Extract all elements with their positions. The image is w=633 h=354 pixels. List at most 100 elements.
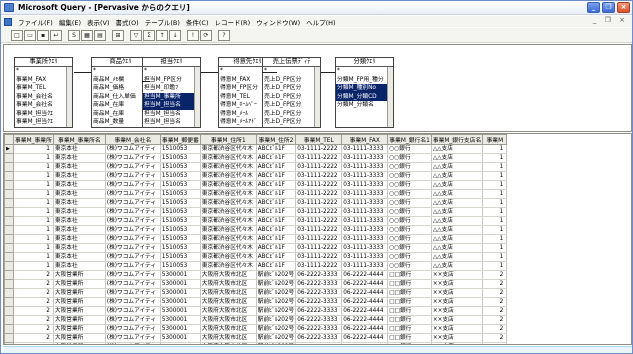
table-cell[interactable]: 大阪営業所 <box>53 288 106 298</box>
table-cell[interactable]: 1510053 <box>160 180 201 190</box>
field-list-item[interactable]: * <box>92 67 149 76</box>
return-data-icon[interactable]: ↩ <box>50 29 62 41</box>
table-cell[interactable]: ABCﾋﾞﾙ1F <box>256 243 297 253</box>
table-cell[interactable]: 大阪府大阪市北区 <box>200 333 257 343</box>
table-cell[interactable]: □□銀行 <box>387 315 432 325</box>
table-cell[interactable]: 06-2222-3333 <box>295 288 343 298</box>
row-selector[interactable] <box>4 153 14 163</box>
table-cell[interactable]: 東京都渋谷区代々木 <box>200 153 257 163</box>
table-cell[interactable]: (株)ワコムアイティ <box>105 279 161 289</box>
table-cell[interactable]: 03-1111-3333 <box>341 234 389 244</box>
field-list-item[interactable]: 売上D_FP区分 <box>263 110 320 119</box>
table-cell[interactable]: 大阪府大阪市北区 <box>200 297 257 307</box>
table-row[interactable]: 1 東京本社 (株)ワコムアイティ 1510053 東京都渋谷区代々木 ABCﾋﾞﾙ1F 0… <box>4 216 508 226</box>
table-cell[interactable]: 大阪営業所 <box>53 297 106 307</box>
table-cell[interactable]: △△支店 <box>431 198 484 208</box>
table-cell[interactable]: ○○銀行 <box>387 144 432 154</box>
table-cell[interactable]: ABCﾋﾞﾙ1F <box>256 171 297 181</box>
table-cell[interactable]: 06-2222-4444 <box>341 306 389 316</box>
table-cell[interactable]: 東京本社 <box>53 234 106 244</box>
table-row[interactable]: 1 東京本社 (株)ワコムアイティ 1510053 東京都渋谷区代々木 ABCﾋﾞﾙ1F 0… <box>4 198 508 208</box>
table-cell[interactable]: ○○銀行 <box>387 198 432 208</box>
table-cell[interactable]: 2 <box>482 288 508 298</box>
table-cell[interactable]: 東京都渋谷区代々木 <box>200 225 257 235</box>
table-cell[interactable]: △△支店 <box>431 225 484 235</box>
menu-window[interactable]: ウィンドウ(W) <box>256 17 300 27</box>
table-cell[interactable]: 03-1111-2222 <box>295 198 343 208</box>
table-cell[interactable]: 1 <box>13 234 54 244</box>
table-cell[interactable]: 06-2222-3333 <box>295 315 343 325</box>
table-cell[interactable]: 1510053 <box>160 243 201 253</box>
table-cell[interactable]: 大阪府大阪市北区 <box>200 288 257 298</box>
show-tables-icon[interactable]: ▦ <box>81 29 93 41</box>
row-selector[interactable] <box>4 207 14 217</box>
table-cell[interactable]: ABCﾋﾞﾙ1F <box>256 198 297 208</box>
row-selector[interactable] <box>4 333 14 343</box>
field-list-title[interactable]: 商品ｸｴﾘ <box>92 58 149 67</box>
table-cell[interactable]: 駅前ﾋﾞﾙ202号 <box>256 270 297 280</box>
table-cell[interactable]: ○○銀行 <box>387 180 432 190</box>
table-cell[interactable]: △△支店 <box>431 171 484 181</box>
table-cell[interactable]: 1510053 <box>160 198 201 208</box>
table-row[interactable]: 2大阪営業所(株)ワコムアイティ5300001大阪府大阪市北区駅前ﾋﾞﾙ202号… <box>4 297 508 307</box>
table-row[interactable]: 1 東京本社 (株)ワコムアイティ 1510053 東京都渋谷区代々木 ABCﾋﾞﾙ1F 0… <box>4 153 508 163</box>
table-cell[interactable]: (株)ワコムアイティ <box>105 180 161 190</box>
table-cell[interactable]: 1 <box>482 171 508 181</box>
table-cell[interactable]: ABCﾋﾞﾙ1F <box>256 252 297 262</box>
join-line[interactable] <box>142 81 150 82</box>
table-cell[interactable]: △△支店 <box>431 144 484 154</box>
table-cell[interactable]: (株)ワコムアイティ <box>105 216 161 226</box>
table-cell[interactable]: 東京本社 <box>53 153 106 163</box>
table-cell[interactable]: 06-2222-3333 <box>295 297 343 307</box>
table-cell[interactable]: 2 <box>13 306 54 316</box>
table-cell[interactable]: 03-1111-3333 <box>341 144 389 154</box>
table-cell[interactable]: 03-1111-2222 <box>295 243 343 253</box>
row-selector[interactable] <box>4 279 14 289</box>
table-cell[interactable]: (株)ワコムアイティ <box>105 153 161 163</box>
table-cell[interactable]: 06-2222-4444 <box>341 297 389 307</box>
table-cell[interactable]: 06-2222-3333 <box>295 279 343 289</box>
table-cell[interactable]: 1 <box>13 171 54 181</box>
table-cell[interactable]: □□銀行 <box>387 333 432 343</box>
table-cell[interactable]: 03-1111-3333 <box>341 261 389 271</box>
table-cell[interactable]: ○○銀行 <box>387 207 432 217</box>
table-cell[interactable]: △△支店 <box>431 243 484 253</box>
table-row[interactable]: 1 東京本社 (株)ワコムアイティ 1510053 東京都渋谷区代々木 ABCﾋﾞﾙ1F 0… <box>4 171 508 181</box>
table-cell[interactable]: 06-2222-4444 <box>341 342 389 344</box>
table-cell[interactable]: 1 <box>482 252 508 262</box>
table-cell[interactable]: 駅前ﾋﾞﾙ202号 <box>256 342 297 344</box>
table-cell[interactable]: 03-1111-3333 <box>341 171 389 181</box>
table-cell[interactable]: 2 <box>482 306 508 316</box>
field-list-item[interactable]: 分類M_分類CD <box>336 92 393 101</box>
table-cell[interactable]: 03-1111-2222 <box>295 216 343 226</box>
table-row[interactable]: ▶ 1 東京本社 (株)ワコムアイティ 1510053 東京都渋谷区代々木 ABCﾋﾞﾙ1F… <box>4 144 508 154</box>
table-cell[interactable]: ABCﾋﾞﾙ1F <box>256 261 297 271</box>
add-table-icon[interactable]: ⊞ <box>112 29 124 41</box>
row-selector[interactable] <box>4 198 14 208</box>
table-cell[interactable]: △△支店 <box>431 216 484 226</box>
table-cell[interactable]: ○○銀行 <box>387 153 432 163</box>
table-cell[interactable]: ABCﾋﾞﾙ1F <box>256 162 297 172</box>
table-cell[interactable]: 1 <box>482 198 508 208</box>
sort-desc-icon[interactable]: ↓ <box>169 29 181 41</box>
table-cell[interactable]: 03-1111-3333 <box>341 216 389 226</box>
table-cell[interactable]: 東京本社 <box>53 261 106 271</box>
table-cell[interactable]: (株)ワコムアイティ <box>105 225 161 235</box>
menu-file[interactable]: ファイル(F) <box>18 17 53 27</box>
table-cell[interactable]: 駅前ﾋﾞﾙ202号 <box>256 279 297 289</box>
table-cell[interactable]: 1 <box>482 243 508 253</box>
table-cell[interactable]: 2 <box>482 297 508 307</box>
table-cell[interactable]: 06-2222-4444 <box>341 324 389 334</box>
table-cell[interactable]: ABCﾋﾞﾙ1F <box>256 180 297 190</box>
field-list-item[interactable]: 事業M_会社名 <box>15 93 72 102</box>
table-cell[interactable]: ○○銀行 <box>387 171 432 181</box>
field-list-table[interactable]: 売上伝票ﾃﾞｨﾃ * 売上D_FP区分 売上D_FP区分 売上D_FP区分 売上D_FP区… <box>262 57 321 128</box>
table-cell[interactable]: ABCﾋﾞﾙ1F <box>256 225 297 235</box>
table-cell[interactable]: 2 <box>13 324 54 334</box>
table-cell[interactable]: 2 <box>13 333 54 343</box>
table-cell[interactable]: ××支店 <box>431 279 484 289</box>
field-list-item[interactable]: 売上D_FP区分 <box>263 118 320 127</box>
row-selector[interactable] <box>4 225 14 235</box>
auto-query-icon[interactable]: ⟳ <box>200 29 212 41</box>
table-cell[interactable]: 06-2222-3333 <box>295 324 343 334</box>
